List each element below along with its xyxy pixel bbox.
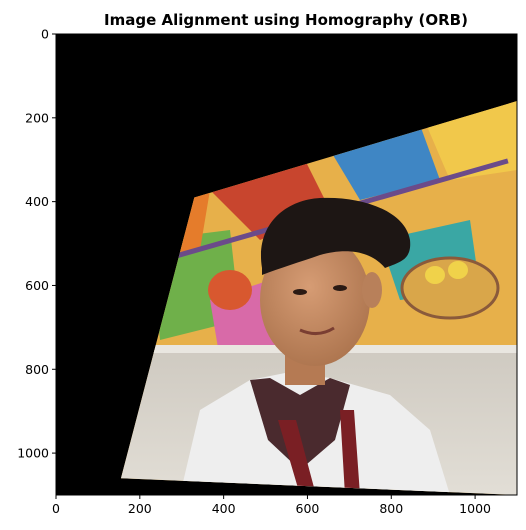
y-tick-label: 800 [25, 362, 49, 377]
x-tick-label: 400 [212, 501, 236, 516]
mural-pumpkin [208, 270, 252, 310]
x-tick-label: 1000 [459, 501, 491, 516]
x-tick-label: 0 [52, 501, 60, 516]
eye-left [293, 289, 307, 295]
y-axis: 0 200 400 600 800 1000 [17, 27, 56, 461]
figure: Image Alignment using Homography (ORB) 0… [17, 11, 518, 516]
image-area [56, 34, 517, 495]
y-tick-label: 200 [25, 110, 49, 125]
x-tick-label: 800 [379, 501, 403, 516]
x-tick-label: 200 [128, 501, 152, 516]
mural-fruit-1 [425, 266, 445, 284]
ear [362, 272, 382, 308]
x-axis: 0 200 400 600 800 1000 [52, 495, 491, 516]
chart-title: Image Alignment using Homography (ORB) [104, 11, 468, 29]
mural-fruit-2 [448, 261, 468, 279]
x-tick-label: 600 [296, 501, 320, 516]
eye-right [333, 285, 347, 291]
y-tick-label: 0 [41, 27, 49, 42]
y-tick-label: 400 [25, 194, 49, 209]
y-tick-label: 600 [25, 278, 49, 293]
y-tick-label: 1000 [17, 446, 49, 461]
